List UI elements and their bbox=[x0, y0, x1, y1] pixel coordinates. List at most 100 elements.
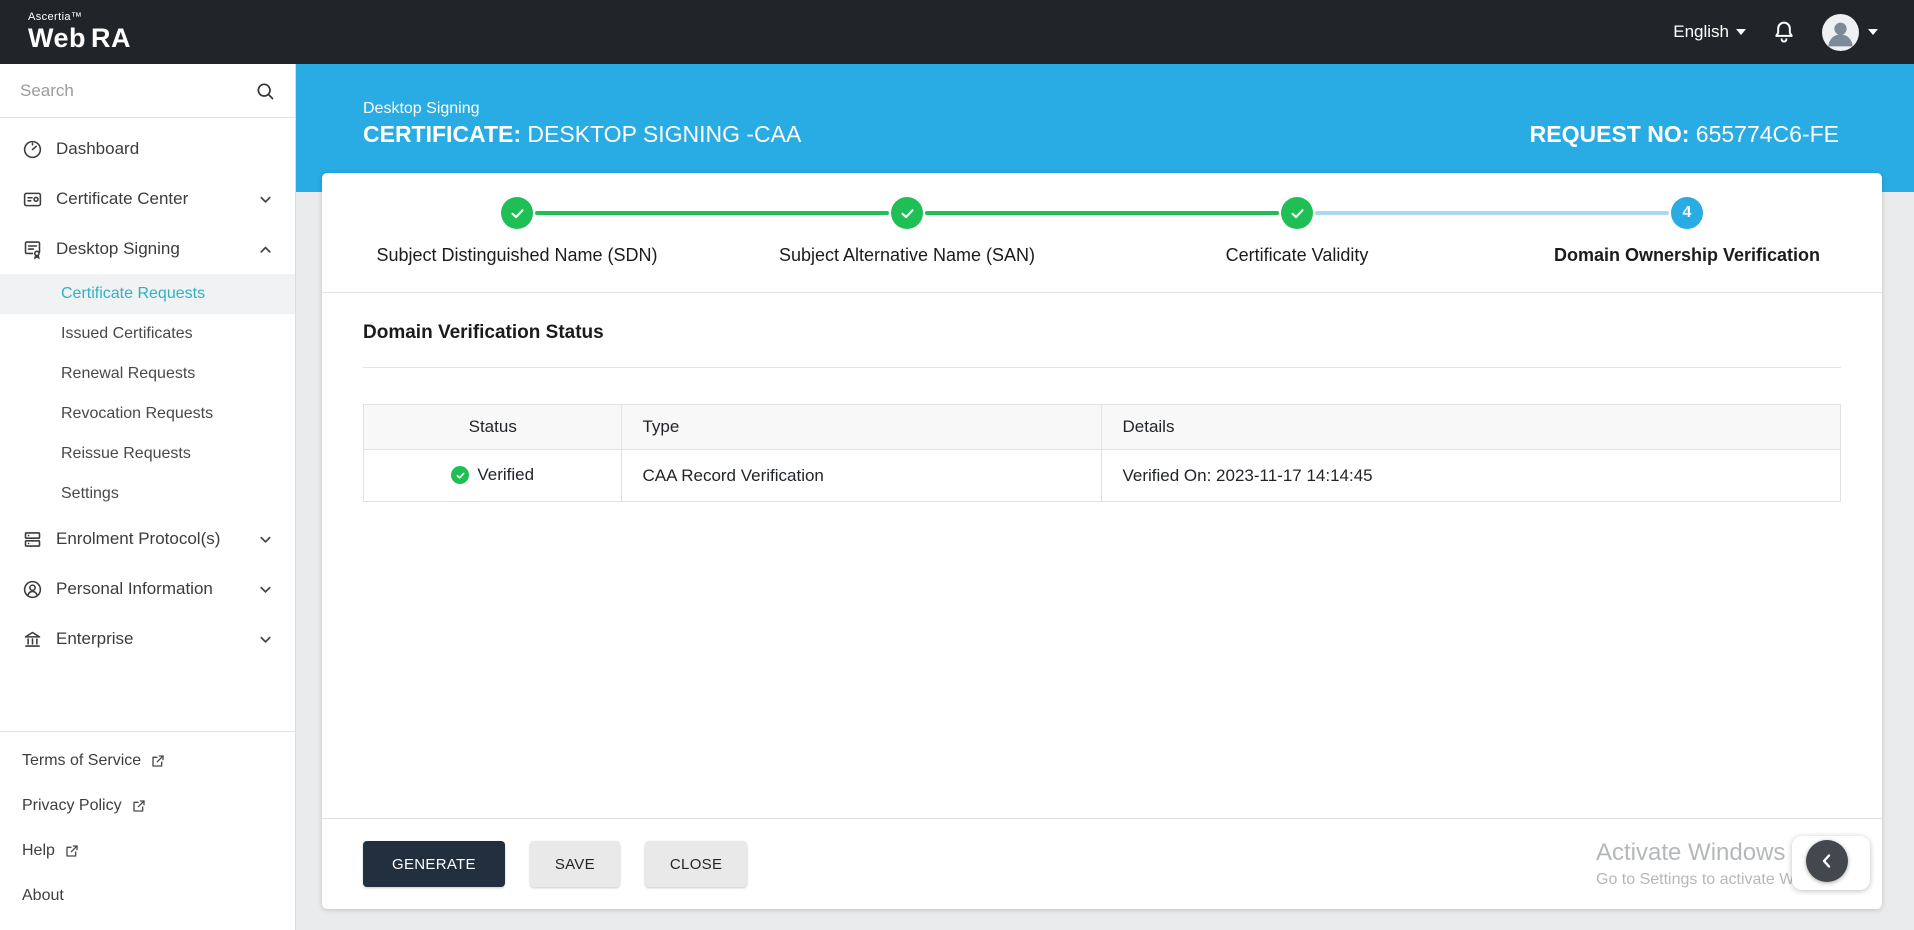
step-certificate-validity[interactable]: Certificate Validity bbox=[1102, 197, 1492, 266]
details-cell: Verified On: 2023-11-17 14:14:45 bbox=[1102, 450, 1841, 502]
step-complete-check-icon bbox=[1281, 197, 1313, 229]
sidebar-subitem-settings[interactable]: Settings bbox=[0, 474, 295, 514]
brand-webra: WebRA bbox=[28, 25, 131, 52]
page-title-label: CERTIFICATE: bbox=[363, 121, 521, 147]
sidebar-item-label: Personal Information bbox=[56, 579, 245, 599]
brand-web: Web bbox=[28, 23, 86, 53]
column-header-type: Type bbox=[622, 405, 1102, 450]
server-icon bbox=[22, 529, 43, 550]
collapse-panel-button[interactable] bbox=[1806, 840, 1848, 882]
language-label: English bbox=[1673, 22, 1729, 42]
link-about[interactable]: About bbox=[0, 873, 295, 918]
sidebar-subitem-renewal-requests[interactable]: Renewal Requests bbox=[0, 354, 295, 394]
main-content: Desktop Signing CERTIFICATE: DESKTOP SIG… bbox=[296, 64, 1914, 930]
section-divider bbox=[363, 367, 1841, 368]
page-title-value: DESKTOP SIGNING -CAA bbox=[527, 121, 801, 147]
sidebar-item-label: Enterprise bbox=[56, 629, 245, 649]
step-label: Certificate Validity bbox=[1226, 245, 1369, 266]
brand-ascertia: Ascertia™ bbox=[28, 12, 131, 23]
sidebar-search bbox=[0, 64, 295, 118]
sidebar-subitem-label: Revocation Requests bbox=[61, 405, 213, 423]
sidebar-item-enterprise[interactable]: Enterprise bbox=[0, 614, 295, 664]
table-row: Verified CAA Record Verification Verifie… bbox=[364, 450, 1841, 502]
caret-down-icon bbox=[1736, 29, 1746, 35]
external-link-icon bbox=[150, 753, 166, 769]
step-complete-check-icon bbox=[501, 197, 533, 229]
step-label: Domain Ownership Verification bbox=[1554, 245, 1820, 266]
sidebar-item-certificate-center[interactable]: Certificate Center bbox=[0, 174, 295, 224]
status-text: Verified bbox=[477, 465, 534, 485]
step-complete-check-icon bbox=[891, 197, 923, 229]
sidebar-subitem-revocation-requests[interactable]: Revocation Requests bbox=[0, 394, 295, 434]
sidebar-nav: Dashboard Certificate Center bbox=[0, 118, 295, 664]
sidebar-item-label: Enrolment Protocol(s) bbox=[56, 529, 245, 549]
request-number: REQUEST NO: 655774C6-FE bbox=[1530, 121, 1839, 148]
page-header-left: Desktop Signing CERTIFICATE: DESKTOP SIG… bbox=[363, 100, 801, 148]
wizard-body: Domain Verification Status Status Type D… bbox=[322, 293, 1882, 818]
link-help[interactable]: Help bbox=[0, 828, 295, 873]
footer-link-label: Privacy Policy bbox=[22, 797, 122, 815]
id-card-icon bbox=[22, 189, 43, 210]
caret-down-icon bbox=[1868, 29, 1878, 35]
footer-link-label: About bbox=[22, 887, 64, 905]
sidebar-item-desktop-signing[interactable]: Desktop Signing bbox=[0, 224, 295, 274]
sidebar: Dashboard Certificate Center bbox=[0, 64, 296, 930]
notifications-bell-icon[interactable] bbox=[1770, 18, 1798, 46]
user-menu[interactable] bbox=[1822, 14, 1878, 51]
chevron-up-icon bbox=[258, 242, 273, 257]
wizard-card: Subject Distinguished Name (SDN) Subject… bbox=[322, 173, 1882, 909]
status-cell: Verified bbox=[364, 450, 622, 502]
sidebar-subitem-label: Certificate Requests bbox=[61, 285, 205, 303]
sidebar-item-personal-information[interactable]: Personal Information bbox=[0, 564, 295, 614]
sidebar-subitem-label: Reissue Requests bbox=[61, 445, 191, 463]
check-circle-icon bbox=[451, 466, 469, 484]
chevron-left-icon bbox=[1817, 851, 1837, 871]
sidebar-subitem-certificate-requests[interactable]: Certificate Requests bbox=[0, 274, 295, 314]
avatar bbox=[1822, 14, 1859, 51]
topbar-right: English bbox=[1673, 14, 1878, 51]
wizard-stepper: Subject Distinguished Name (SDN) Subject… bbox=[322, 173, 1882, 293]
step-label: Subject Distinguished Name (SDN) bbox=[376, 245, 657, 266]
sidebar-footer: Terms of Service Privacy Policy Help Abo… bbox=[0, 731, 295, 930]
close-button[interactable]: CLOSE bbox=[645, 841, 747, 887]
chevron-down-icon bbox=[258, 582, 273, 597]
table-header-row: Status Type Details bbox=[364, 405, 1841, 450]
generate-button[interactable]: GENERATE bbox=[363, 841, 505, 887]
chevron-down-icon bbox=[258, 192, 273, 207]
step-label: Subject Alternative Name (SAN) bbox=[779, 245, 1035, 266]
app-logo: Ascertia™ WebRA bbox=[28, 12, 131, 52]
sidebar-subitem-reissue-requests[interactable]: Reissue Requests bbox=[0, 434, 295, 474]
save-button[interactable]: SAVE bbox=[530, 841, 620, 887]
domain-verification-table: Status Type Details bbox=[363, 404, 1841, 502]
dashboard-icon bbox=[22, 139, 43, 160]
link-terms-of-service[interactable]: Terms of Service bbox=[0, 738, 295, 783]
topbar: Ascertia™ WebRA English bbox=[0, 0, 1914, 64]
step-domain-ownership-verification[interactable]: 4 Domain Ownership Verification bbox=[1492, 197, 1882, 266]
wizard-footer: GENERATE SAVE CLOSE bbox=[322, 818, 1882, 909]
column-header-status: Status bbox=[364, 405, 622, 450]
sidebar-subitem-issued-certificates[interactable]: Issued Certificates bbox=[0, 314, 295, 354]
link-privacy-policy[interactable]: Privacy Policy bbox=[0, 783, 295, 828]
column-header-details: Details bbox=[1102, 405, 1841, 450]
external-link-icon bbox=[131, 798, 147, 814]
step-san[interactable]: Subject Alternative Name (SAN) bbox=[712, 197, 1102, 266]
sidebar-subitem-label: Renewal Requests bbox=[61, 365, 195, 383]
step-sdn[interactable]: Subject Distinguished Name (SDN) bbox=[322, 197, 712, 266]
sidebar-subitem-label: Issued Certificates bbox=[61, 325, 193, 343]
breadcrumb: Desktop Signing bbox=[363, 100, 801, 118]
step-number-badge: 4 bbox=[1671, 197, 1703, 229]
main-layout: Dashboard Certificate Center bbox=[0, 64, 1914, 930]
sidebar-item-enrolment-protocols[interactable]: Enrolment Protocol(s) bbox=[0, 514, 295, 564]
section-title: Domain Verification Status bbox=[363, 322, 1841, 344]
sidebar-subitem-label: Settings bbox=[61, 485, 119, 503]
sidebar-item-label: Desktop Signing bbox=[56, 239, 245, 259]
page-title: CERTIFICATE: DESKTOP SIGNING -CAA bbox=[363, 121, 801, 148]
sidebar-item-dashboard[interactable]: Dashboard bbox=[0, 124, 295, 174]
sidebar-item-label: Certificate Center bbox=[56, 189, 245, 209]
type-cell: CAA Record Verification bbox=[622, 450, 1102, 502]
search-input[interactable] bbox=[20, 81, 245, 101]
language-selector[interactable]: English bbox=[1673, 22, 1746, 42]
bank-icon bbox=[22, 629, 43, 650]
search-icon[interactable] bbox=[255, 81, 275, 101]
brand-ra: RA bbox=[91, 23, 131, 53]
